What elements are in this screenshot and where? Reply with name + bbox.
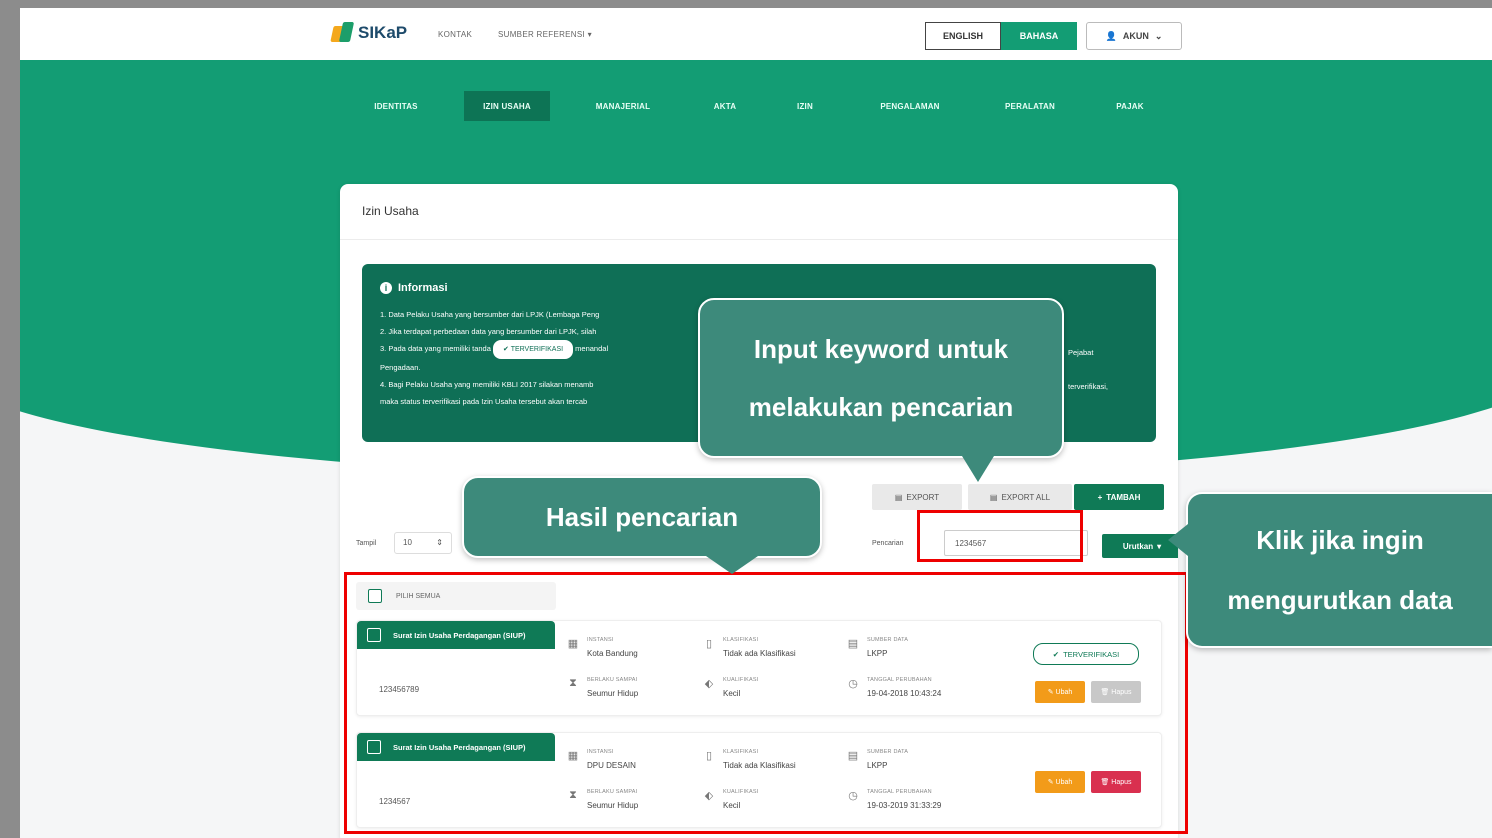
tambah-button[interactable]: + TAMBAH bbox=[1074, 484, 1164, 510]
plus-icon: + bbox=[1097, 492, 1103, 502]
tab-izin-usaha[interactable]: IZIN USAHA bbox=[464, 91, 550, 121]
file-icon: ▤ bbox=[989, 492, 998, 502]
sikap-logo[interactable]: SIKaP bbox=[330, 22, 408, 44]
account-button[interactable]: 👤 AKUN ⌄ bbox=[1086, 22, 1182, 50]
top-bar: SIKaP KONTAK SUMBER REFERENSI ▾ ENGLISH … bbox=[20, 8, 1492, 60]
logo-mark-icon bbox=[330, 22, 355, 44]
info-heading: i Informasi bbox=[380, 282, 1138, 294]
export-all-button[interactable]: ▤ EXPORT ALL bbox=[968, 484, 1072, 510]
info-right-2: terverifikasi, bbox=[1068, 382, 1109, 391]
nav-kontak[interactable]: KONTAK bbox=[438, 30, 472, 39]
chevron-down-icon: ⌄ bbox=[1154, 30, 1163, 41]
brand-name: SIKaP bbox=[358, 23, 408, 42]
english-button[interactable]: ENGLISH bbox=[925, 22, 1001, 50]
result-callout: Hasil pencarian bbox=[462, 476, 822, 558]
verified-badge: ✔ TERVERIFIKASI bbox=[493, 340, 574, 359]
account-label: AKUN bbox=[1122, 31, 1149, 41]
search-highlight-box bbox=[917, 510, 1083, 562]
card-title: Izin Usaha bbox=[340, 184, 1178, 240]
tampil-select[interactable]: 10 ⇕ bbox=[394, 532, 452, 554]
export-button[interactable]: ▤ EXPORT bbox=[872, 484, 962, 510]
bahasa-button[interactable]: BAHASA bbox=[1001, 22, 1077, 50]
results-highlight-box bbox=[344, 572, 1188, 834]
user-icon: 👤 bbox=[1105, 30, 1117, 41]
search-callout-pointer bbox=[962, 456, 994, 482]
urutkan-button[interactable]: Urutkan ▾ bbox=[1102, 534, 1178, 558]
nav-sumber-referensi[interactable]: SUMBER REFERENSI ▾ bbox=[498, 30, 592, 39]
result-callout-pointer bbox=[706, 556, 758, 574]
info-icon: i bbox=[380, 282, 392, 294]
caret-down-icon: ▾ bbox=[1157, 541, 1162, 551]
search-callout: Input keyword untuk melakukan pencarian bbox=[698, 298, 1064, 458]
info-right-1: Pejabat bbox=[1068, 348, 1094, 357]
pencarian-label: Pencarian bbox=[872, 540, 904, 547]
tab-izin[interactable]: IZIN bbox=[780, 91, 830, 121]
tab-pengalaman[interactable]: PENGALAMAN bbox=[860, 91, 960, 121]
tab-pajak[interactable]: PAJAK bbox=[1102, 91, 1158, 121]
tab-peralatan[interactable]: PERALATAN bbox=[990, 91, 1070, 121]
file-icon: ▤ bbox=[894, 492, 903, 502]
sort-callout: Klik jika ingin mengurutkan data bbox=[1186, 492, 1492, 648]
tampil-label: Tampil bbox=[356, 540, 377, 547]
tab-manajerial[interactable]: MANAJERIAL bbox=[580, 91, 666, 121]
tab-identitas[interactable]: IDENTITAS bbox=[360, 91, 432, 121]
sort-callout-pointer bbox=[1168, 524, 1188, 556]
select-arrow-icon: ⇕ bbox=[436, 538, 443, 547]
chevron-down-icon: ▾ bbox=[587, 30, 592, 39]
tab-akta[interactable]: AKTA bbox=[700, 91, 750, 121]
